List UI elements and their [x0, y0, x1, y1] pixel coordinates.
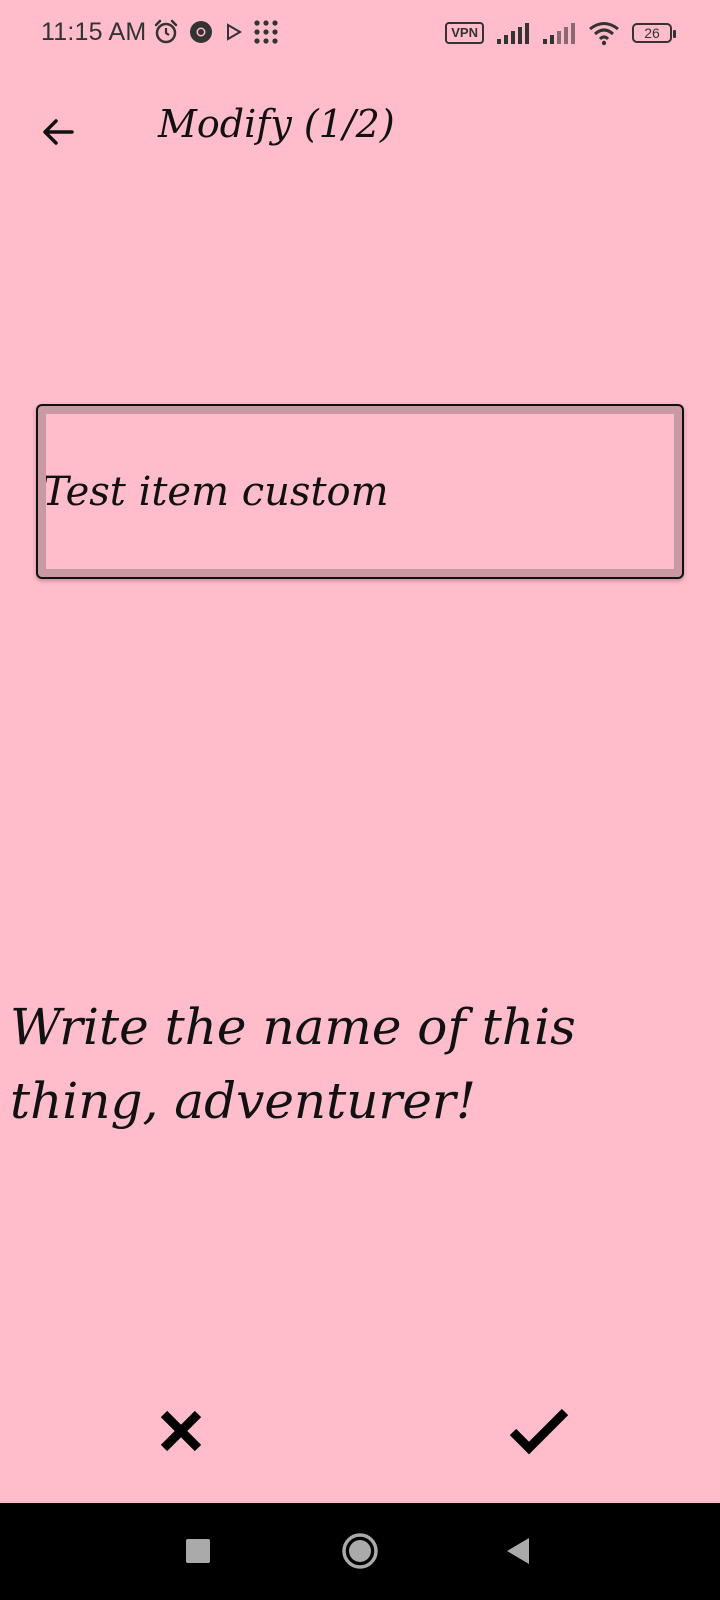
prompt-text: Write the name of this thing, adventurer…	[10, 998, 576, 1130]
back-button[interactable]	[30, 106, 86, 162]
signal-icon	[542, 21, 576, 45]
vpn-icon: VPN	[445, 22, 484, 44]
battery-icon: 26	[632, 23, 676, 43]
status-icons-right: VPN 26	[445, 20, 676, 46]
play-icon	[222, 21, 244, 43]
alarm-icon	[152, 18, 180, 46]
signal-icon	[496, 21, 530, 45]
status-time: 11:15 AM	[41, 18, 147, 46]
check-icon	[509, 1406, 569, 1460]
status-bar: 11:15 AM VPN 26	[0, 0, 720, 70]
back-triangle-icon	[504, 1536, 532, 1570]
close-icon	[156, 1406, 206, 1460]
name-input[interactable]	[46, 414, 674, 569]
home-button[interactable]	[338, 1531, 382, 1575]
arrow-left-icon	[40, 114, 76, 154]
page-title: Modify (1/2)	[158, 102, 395, 146]
name-input-container	[36, 404, 684, 579]
cancel-button[interactable]	[146, 1398, 216, 1468]
recent-apps-icon	[185, 1538, 211, 1568]
system-back-button[interactable]	[496, 1531, 540, 1575]
wifi-icon	[588, 20, 620, 46]
nav-bar	[0, 1503, 720, 1600]
home-icon	[341, 1532, 379, 1574]
chrome-icon	[188, 19, 214, 45]
dots-grid-icon	[252, 18, 280, 46]
recent-apps-button[interactable]	[176, 1531, 220, 1575]
status-icons-left	[152, 18, 280, 46]
app-bar: Modify (1/2)	[0, 88, 720, 168]
confirm-button[interactable]	[504, 1398, 574, 1468]
